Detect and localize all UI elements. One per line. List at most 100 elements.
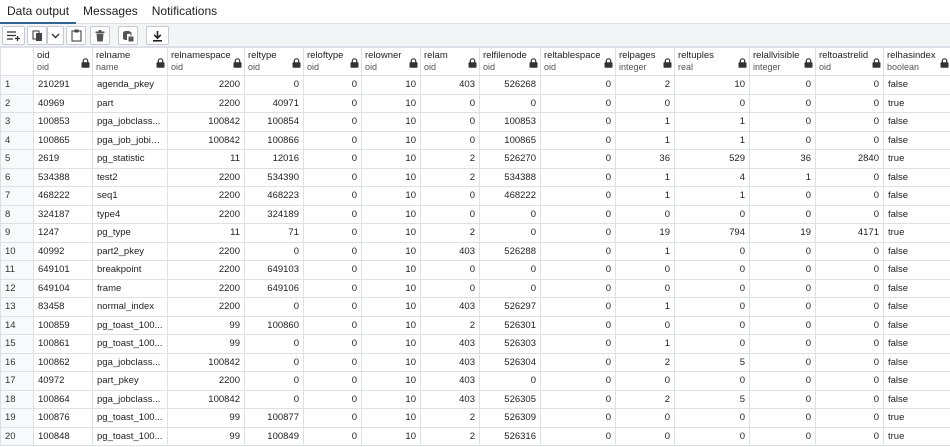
cell-relam[interactable]: 0 xyxy=(420,204,480,224)
cell-relname[interactable]: breakpoint xyxy=(92,260,168,280)
cell-relhasindex[interactable]: true xyxy=(883,426,950,446)
cell-reltuples[interactable]: 1 xyxy=(674,130,750,150)
row-number[interactable]: 19 xyxy=(0,408,34,428)
delete-row-button[interactable] xyxy=(90,26,110,45)
row-number[interactable]: 15 xyxy=(0,334,34,354)
cell-relfilenode[interactable]: 526301 xyxy=(479,315,541,335)
cell-relam[interactable]: 2 xyxy=(420,426,480,446)
cell-relfilenode[interactable]: 526297 xyxy=(479,297,541,317)
cell-relpages[interactable]: 0 xyxy=(615,278,675,298)
cell-reloftype[interactable]: 0 xyxy=(303,186,362,206)
cell-reltoastrelid[interactable]: 0 xyxy=(815,260,884,280)
cell-relnamespace[interactable]: 2200 xyxy=(167,186,245,206)
table-row[interactable]: 16 100862 pga_jobclass... 100842 0 0 10 403 5263… xyxy=(0,352,950,372)
row-number[interactable]: 5 xyxy=(0,149,34,169)
cell-relpages[interactable]: 1 xyxy=(615,241,675,261)
cell-relnamespace[interactable]: 2200 xyxy=(167,371,245,391)
cell-reloftype[interactable]: 0 xyxy=(303,408,362,428)
cell-relfilenode[interactable]: 0 xyxy=(479,278,541,298)
cell-relallvisible[interactable]: 0 xyxy=(749,112,816,132)
cell-relname[interactable]: normal_index xyxy=(92,297,168,317)
cell-relnamespace[interactable]: 2200 xyxy=(167,241,245,261)
column-header-reltype[interactable]: reltype oid xyxy=(244,47,304,76)
cell-relnamespace[interactable]: 100842 xyxy=(167,352,245,372)
row-number[interactable]: 10 xyxy=(0,241,34,261)
cell-relhasindex[interactable]: false xyxy=(883,371,950,391)
cell-relnamespace[interactable]: 100842 xyxy=(167,130,245,150)
cell-relpages[interactable]: 1 xyxy=(615,297,675,317)
table-row[interactable]: 13 83458 normal_index 2200 0 0 10 403 526297 0 1 0 0… xyxy=(0,297,950,317)
cell-relfilenode[interactable]: 0 xyxy=(479,260,541,280)
cell-relnamespace[interactable]: 100842 xyxy=(167,389,245,409)
table-row[interactable]: 2 40969 part 2200 40971 0 10 0 0 0 0 0 0 0 true xyxy=(0,93,950,113)
cell-relhasindex[interactable]: false xyxy=(883,297,950,317)
cell-reltype[interactable]: 0 xyxy=(244,389,304,409)
cell-relfilenode[interactable]: 534388 xyxy=(479,167,541,187)
cell-relfilenode[interactable]: 0 xyxy=(479,204,541,224)
cell-relhasindex[interactable]: false xyxy=(883,241,950,261)
column-header-relname[interactable]: relname name xyxy=(92,47,168,76)
cell-relhasindex[interactable]: false xyxy=(883,112,950,132)
cell-reltablespace[interactable]: 0 xyxy=(540,315,616,335)
cell-relfilenode[interactable]: 526309 xyxy=(479,408,541,428)
cell-relfilenode[interactable]: 0 xyxy=(479,223,541,243)
cell-reltablespace[interactable]: 0 xyxy=(540,426,616,446)
cell-reltablespace[interactable]: 0 xyxy=(540,352,616,372)
cell-oid[interactable]: 534388 xyxy=(33,167,93,187)
cell-relname[interactable]: pg_toast_100... xyxy=(92,315,168,335)
cell-reltoastrelid[interactable]: 0 xyxy=(815,93,884,113)
cell-reltoastrelid[interactable]: 0 xyxy=(815,315,884,335)
cell-relallvisible[interactable]: 0 xyxy=(749,408,816,428)
tab-notifications[interactable]: Notifications xyxy=(145,0,224,24)
cell-relpages[interactable]: 36 xyxy=(615,149,675,169)
cell-relnamespace[interactable]: 2200 xyxy=(167,278,245,298)
cell-relpages[interactable]: 1 xyxy=(615,167,675,187)
cell-oid[interactable]: 100861 xyxy=(33,334,93,354)
cell-oid[interactable]: 40969 xyxy=(33,93,93,113)
cell-relpages[interactable]: 2 xyxy=(615,75,675,95)
cell-relam[interactable]: 403 xyxy=(420,241,480,261)
cell-relowner[interactable]: 10 xyxy=(361,352,421,372)
table-row[interactable]: 10 40992 part2_pkey 2200 0 0 10 403 526288 0 1 0 0 0 f… xyxy=(0,241,950,261)
column-header-reltablespace[interactable]: reltablespace oid xyxy=(540,47,616,76)
cell-relpages[interactable]: 2 xyxy=(615,389,675,409)
cell-reltuples[interactable]: 1 xyxy=(674,112,750,132)
cell-relallvisible[interactable]: 0 xyxy=(749,204,816,224)
cell-relam[interactable]: 0 xyxy=(420,93,480,113)
cell-reltype[interactable]: 0 xyxy=(244,352,304,372)
cell-reltoastrelid[interactable]: 0 xyxy=(815,426,884,446)
cell-relfilenode[interactable]: 0 xyxy=(479,371,541,391)
cell-relam[interactable]: 0 xyxy=(420,278,480,298)
cell-oid[interactable]: 210291 xyxy=(33,75,93,95)
cell-relowner[interactable]: 10 xyxy=(361,167,421,187)
cell-relallvisible[interactable]: 0 xyxy=(749,334,816,354)
cell-relam[interactable]: 2 xyxy=(420,167,480,187)
cell-reltablespace[interactable]: 0 xyxy=(540,278,616,298)
cell-relhasindex[interactable]: false xyxy=(883,130,950,150)
cell-oid[interactable]: 1247 xyxy=(33,223,93,243)
cell-relowner[interactable]: 10 xyxy=(361,389,421,409)
cell-reltuples[interactable]: 4 xyxy=(674,167,750,187)
cell-relowner[interactable]: 10 xyxy=(361,334,421,354)
cell-relfilenode[interactable]: 100865 xyxy=(479,130,541,150)
cell-relam[interactable]: 0 xyxy=(420,186,480,206)
cell-relpages[interactable]: 1 xyxy=(615,334,675,354)
cell-relhasindex[interactable]: false xyxy=(883,389,950,409)
column-header-relam[interactable]: relam oid xyxy=(420,47,480,76)
row-number[interactable]: 9 xyxy=(0,223,34,243)
cell-reltablespace[interactable]: 0 xyxy=(540,241,616,261)
cell-relhasindex[interactable]: true xyxy=(883,149,950,169)
cell-oid[interactable]: 649101 xyxy=(33,260,93,280)
cell-relnamespace[interactable]: 11 xyxy=(167,223,245,243)
cell-oid[interactable]: 100864 xyxy=(33,389,93,409)
cell-relallvisible[interactable]: 0 xyxy=(749,278,816,298)
table-row[interactable]: 15 100861 pg_toast_100... 99 0 0 10 403 526303 0 1… xyxy=(0,334,950,354)
table-row[interactable]: 1 210291 agenda_pkey 2200 0 0 10 403 526268 0 2 10 0… xyxy=(0,75,950,95)
cell-reltuples[interactable]: 0 xyxy=(674,315,750,335)
column-header-relnamespace[interactable]: relnamespace oid xyxy=(167,47,245,76)
cell-reltablespace[interactable]: 0 xyxy=(540,297,616,317)
cell-relowner[interactable]: 10 xyxy=(361,315,421,335)
cell-reltuples[interactable]: 10 xyxy=(674,75,750,95)
cell-reltoastrelid[interactable]: 0 xyxy=(815,112,884,132)
cell-relnamespace[interactable]: 2200 xyxy=(167,167,245,187)
